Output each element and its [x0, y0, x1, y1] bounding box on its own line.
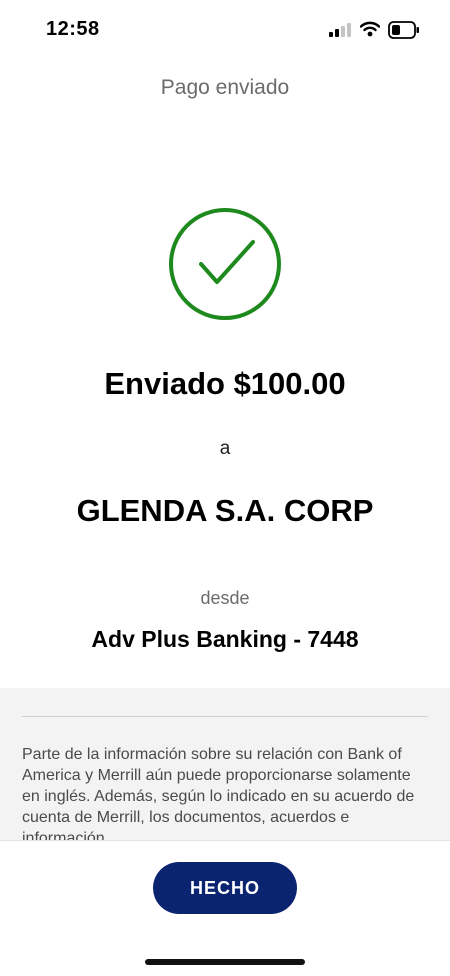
check-circle-icon: [167, 206, 283, 327]
footer: HECHO: [0, 840, 450, 976]
home-indicator[interactable]: [145, 959, 305, 965]
source-account: Adv Plus Banking - 7448: [91, 626, 359, 652]
to-label: a: [219, 438, 231, 459]
recipient-name: GLENDA S.A. CORP: [76, 493, 374, 528]
wifi-icon: [359, 21, 381, 42]
disclosure-section[interactable]: Parte de la información sobre su relació…: [0, 688, 450, 840]
battery-icon: [388, 21, 420, 44]
payment-sent-screen: 12:58 Pago enviado Enviado $100.00 a GLE…: [0, 0, 450, 976]
sent-amount: Enviado $100.00: [104, 366, 346, 401]
divider: [22, 716, 428, 717]
status-bar: 12:58: [0, 0, 450, 60]
status-time: 12:58: [46, 18, 100, 40]
page-title: Pago enviado: [160, 76, 290, 99]
from-label: desde: [200, 588, 250, 608]
signal-icon: [329, 23, 351, 42]
done-button[interactable]: HECHO: [153, 862, 297, 914]
disclosure-text: Parte de la información sobre su relació…: [22, 746, 415, 840]
